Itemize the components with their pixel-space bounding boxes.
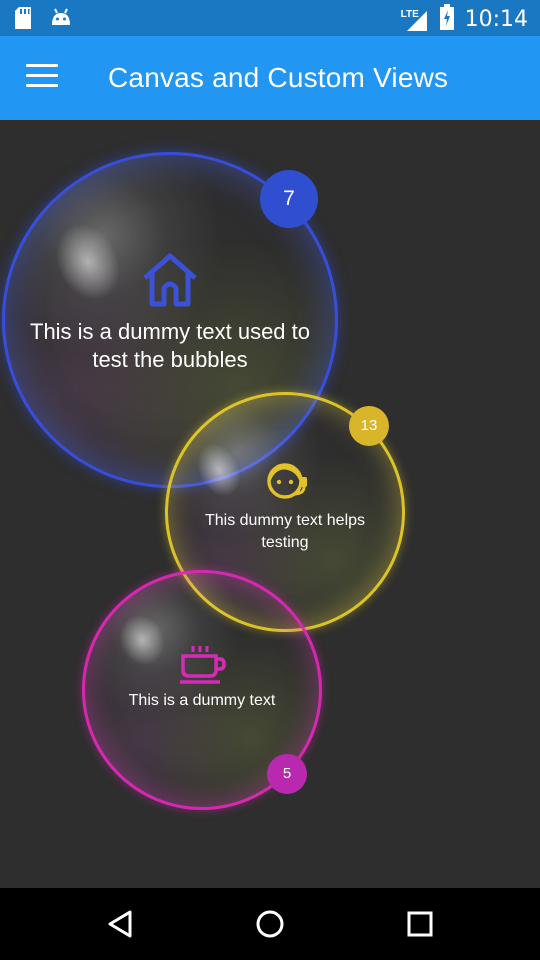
battery-icon [439, 4, 455, 35]
bubble-text-line2: test the bubbles [92, 347, 248, 372]
page-title: Canvas and Custom Views [108, 62, 449, 93]
home-circle-icon[interactable] [230, 888, 310, 960]
system-nav-bar [0, 888, 540, 960]
recents-icon[interactable] [380, 888, 460, 960]
signal-icon: LTE [401, 7, 429, 33]
android-icon [50, 7, 72, 34]
app-bar: Canvas and Custom Views [0, 36, 540, 120]
back-icon[interactable] [80, 888, 160, 960]
sd-card-icon [14, 7, 32, 34]
badge-count: 13 [349, 406, 389, 446]
headset-support-icon [263, 458, 309, 509]
bubbles-canvas: This is a dummy text used to test the bu… [0, 120, 540, 888]
bubble-text-line1: This is a dummy text used to [30, 319, 310, 344]
status-bar: LTE 10:14 [0, 0, 540, 36]
coffee-cup-icon [180, 644, 226, 689]
badge-count: 5 [267, 754, 307, 794]
bubble-text-line1: This dummy text helps [204, 512, 366, 529]
hamburger-menu-icon[interactable] [26, 64, 58, 92]
badge-count: 7 [260, 170, 318, 228]
home-icon [141, 252, 199, 313]
bubble-text-line1: This is a dummy text [128, 692, 276, 709]
bubble-magenta[interactable]: This is a dummy text 5 [82, 570, 322, 810]
status-time: 10:14 [464, 7, 528, 32]
bubble-text-line2: testing [261, 534, 309, 551]
